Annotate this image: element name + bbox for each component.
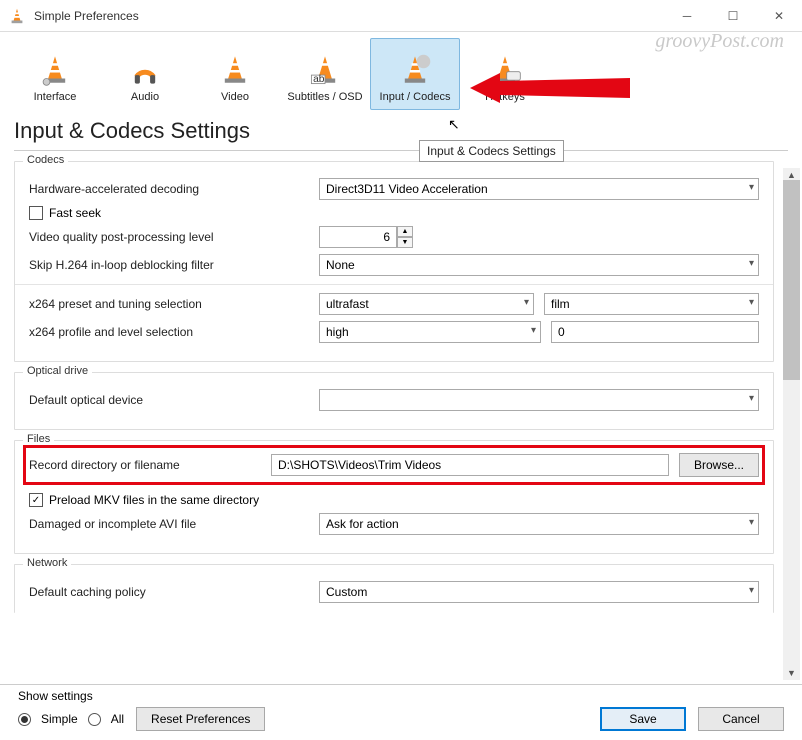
group-legend: Optical drive xyxy=(23,365,92,377)
caching-policy-label: Default caching policy xyxy=(29,585,309,599)
record-dir-input[interactable]: D:\SHOTS\Videos\Trim Videos xyxy=(271,454,669,476)
tab-input-codecs[interactable]: Input / Codecs xyxy=(370,38,460,110)
annotation-highlight: Record directory or filename D:\SHOTS\Vi… xyxy=(23,445,765,485)
cancel-button[interactable]: Cancel xyxy=(698,707,784,731)
chevron-down-icon: ▾ xyxy=(531,325,536,336)
interface-icon xyxy=(38,53,72,87)
video-quality-input[interactable] xyxy=(319,226,397,248)
audio-icon xyxy=(128,53,162,87)
optical-group: Optical drive Default optical device ▾ xyxy=(14,372,774,430)
hw-decoding-label: Hardware-accelerated decoding xyxy=(29,182,309,196)
group-legend: Codecs xyxy=(23,154,68,166)
subtitles-icon: ab xyxy=(308,53,342,87)
radio-all[interactable] xyxy=(88,713,101,726)
category-tabs: Interface Audio Video ab Subtitles / OSD… xyxy=(0,32,802,110)
spinner-up-icon[interactable]: ▲ xyxy=(397,226,413,237)
hw-decoding-select[interactable]: Direct3D11 Video Acceleration▾ xyxy=(319,178,759,200)
files-group: Files Record directory or filename D:\SH… xyxy=(14,440,774,554)
skip-deblock-select[interactable]: None▾ xyxy=(319,254,759,276)
codecs-group: Codecs Hardware-accelerated decoding Dir… xyxy=(14,161,774,362)
damaged-avi-label: Damaged or incomplete AVI file xyxy=(29,517,309,531)
chevron-down-icon: ▾ xyxy=(749,182,754,193)
damaged-avi-select[interactable]: Ask for action▾ xyxy=(319,513,759,535)
group-legend: Network xyxy=(23,557,71,569)
chevron-down-icon: ▾ xyxy=(749,297,754,308)
radio-all-label: All xyxy=(111,712,124,726)
network-group: Network Default caching policy Custom▾ xyxy=(14,564,774,613)
chevron-down-icon: ▾ xyxy=(749,517,754,528)
scroll-down-icon[interactable]: ▼ xyxy=(783,666,800,680)
close-button[interactable]: ✕ xyxy=(756,0,802,32)
tab-label: Input / Codecs xyxy=(380,91,451,103)
hotkeys-icon xyxy=(488,53,522,87)
tab-hotkeys[interactable]: Hotkeys xyxy=(460,38,550,110)
preload-mkv-label: Preload MKV files in the same directory xyxy=(49,493,259,507)
footer: Show settings Simple All Reset Preferenc… xyxy=(0,684,802,740)
page-title: Input & Codecs Settings xyxy=(0,110,802,150)
show-settings-radio-group: Simple All xyxy=(18,712,124,726)
vlc-logo-icon xyxy=(8,7,26,25)
chevron-down-icon: ▾ xyxy=(524,297,529,308)
tab-label: Audio xyxy=(131,91,159,103)
tooltip: Input & Codecs Settings xyxy=(419,140,564,162)
browse-button[interactable]: Browse... xyxy=(679,453,759,477)
tab-interface[interactable]: Interface xyxy=(10,38,100,110)
divider xyxy=(15,284,773,285)
x264-tuning-select[interactable]: film▾ xyxy=(544,293,759,315)
minimize-button[interactable]: ─ xyxy=(664,0,710,32)
x264-preset-select[interactable]: ultrafast▾ xyxy=(319,293,534,315)
fast-seek-label: Fast seek xyxy=(49,206,101,220)
x264-level-input[interactable]: 0 xyxy=(551,321,759,343)
tab-video[interactable]: Video xyxy=(190,38,280,110)
input-codecs-icon xyxy=(398,53,432,87)
window-title: Simple Preferences xyxy=(34,9,664,23)
titlebar: Simple Preferences ─ ☐ ✕ xyxy=(0,0,802,32)
x264-profile-select[interactable]: high▾ xyxy=(319,321,541,343)
tab-label: Interface xyxy=(34,91,77,103)
fast-seek-checkbox[interactable] xyxy=(29,206,43,220)
radio-simple[interactable] xyxy=(18,713,31,726)
skip-deblock-label: Skip H.264 in-loop deblocking filter xyxy=(29,258,309,272)
record-dir-label: Record directory or filename xyxy=(29,458,261,472)
chevron-down-icon: ▾ xyxy=(749,585,754,596)
video-quality-spinner[interactable]: ▲▼ xyxy=(319,226,419,248)
radio-simple-label: Simple xyxy=(41,712,78,726)
optical-device-select[interactable]: ▾ xyxy=(319,389,759,411)
chevron-down-icon: ▾ xyxy=(749,258,754,269)
svg-text:ab: ab xyxy=(313,74,325,85)
tab-label: Subtitles / OSD xyxy=(287,91,362,103)
preload-mkv-checkbox[interactable]: ✓ xyxy=(29,493,43,507)
video-icon xyxy=(218,53,252,87)
spinner-down-icon[interactable]: ▼ xyxy=(397,237,413,248)
x264-profile-label: x264 profile and level selection xyxy=(29,325,309,339)
tab-label: Hotkeys xyxy=(485,91,525,103)
group-legend: Files xyxy=(23,433,54,445)
show-settings-label: Show settings xyxy=(18,689,93,703)
tab-subtitles[interactable]: ab Subtitles / OSD xyxy=(280,38,370,110)
x264-preset-label: x264 preset and tuning selection xyxy=(29,297,309,311)
caching-policy-select[interactable]: Custom▾ xyxy=(319,581,759,603)
optical-device-label: Default optical device xyxy=(29,393,309,407)
video-quality-label: Video quality post-processing level xyxy=(29,230,309,244)
maximize-button[interactable]: ☐ xyxy=(710,0,756,32)
chevron-down-icon: ▾ xyxy=(749,393,754,404)
tab-label: Video xyxy=(221,91,249,103)
save-button[interactable]: Save xyxy=(600,707,686,731)
tab-audio[interactable]: Audio xyxy=(100,38,190,110)
settings-scroll-area: Codecs Hardware-accelerated decoding Dir… xyxy=(0,151,802,667)
reset-preferences-button[interactable]: Reset Preferences xyxy=(136,707,265,731)
